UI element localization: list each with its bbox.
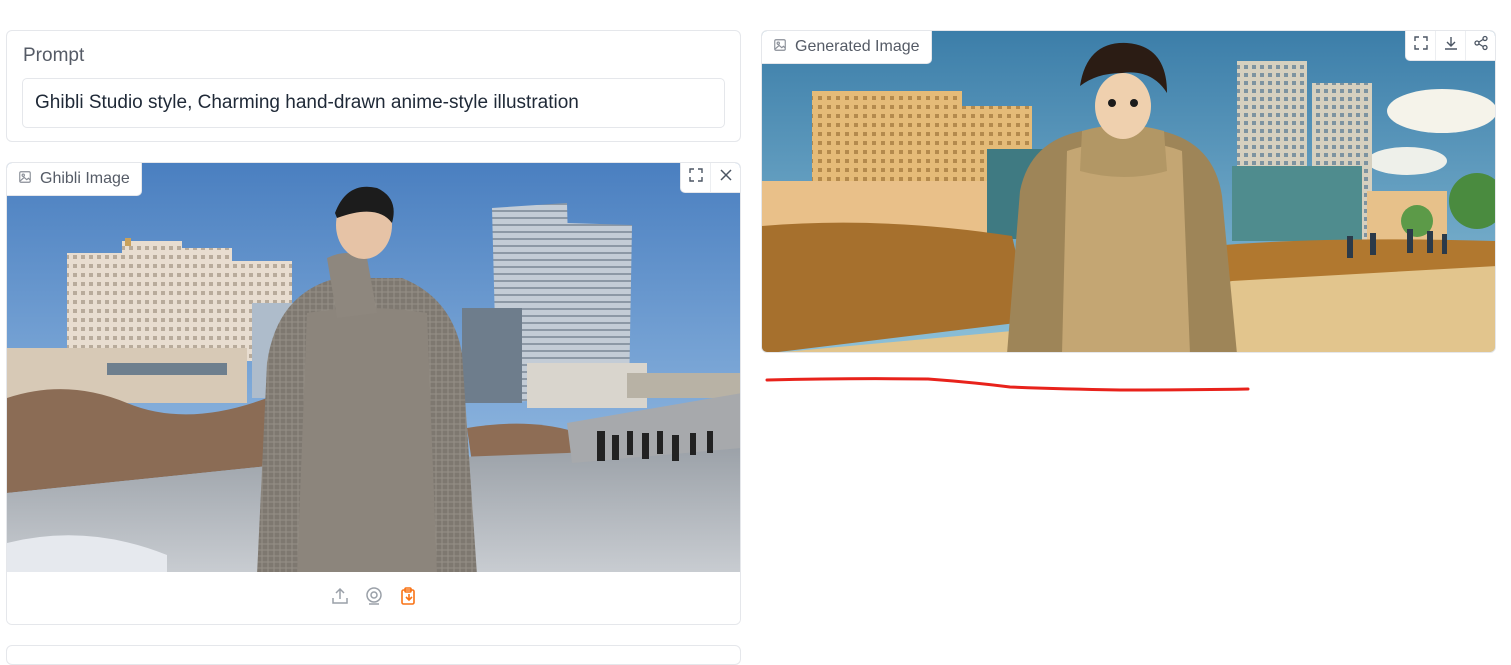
clear-image-button[interactable] xyxy=(710,163,740,192)
clipboard-button[interactable] xyxy=(397,586,419,611)
input-image-panel: Ghibli Image xyxy=(6,162,741,625)
input-image-toolbar xyxy=(680,163,740,193)
upload-button[interactable] xyxy=(329,587,351,609)
input-image-label: Ghibli Image xyxy=(7,163,142,196)
clipboard-icon xyxy=(398,586,418,611)
prompt-label: Prompt xyxy=(23,45,85,66)
webcam-button[interactable] xyxy=(363,586,385,611)
close-icon xyxy=(718,167,734,188)
prompt-panel: Prompt xyxy=(6,30,741,142)
fullscreen-icon xyxy=(688,167,704,188)
upload-icon xyxy=(330,586,350,611)
red-underline-annotation xyxy=(765,377,1250,392)
output-image-panel: Generated Image xyxy=(761,30,1496,353)
share-button[interactable] xyxy=(1465,31,1495,60)
generated-photo xyxy=(762,31,1495,352)
download-icon xyxy=(1443,35,1459,56)
output-image-toolbar xyxy=(1405,31,1495,61)
fullscreen-button[interactable] xyxy=(681,163,710,192)
fullscreen-button[interactable] xyxy=(1406,31,1435,60)
image-icon xyxy=(773,38,787,57)
share-icon xyxy=(1473,35,1489,56)
download-button[interactable] xyxy=(1435,31,1465,60)
image-icon xyxy=(18,170,32,189)
input-photo xyxy=(7,163,740,575)
output-image-label: Generated Image xyxy=(762,31,932,64)
prompt-input[interactable] xyxy=(22,78,725,128)
input-image-label-text: Ghibli Image xyxy=(40,170,130,187)
input-image-footer xyxy=(7,572,740,624)
output-image-label-text: Generated Image xyxy=(795,38,920,55)
fullscreen-icon xyxy=(1413,35,1429,56)
next-panel-edge xyxy=(6,645,741,665)
webcam-icon xyxy=(364,586,384,611)
